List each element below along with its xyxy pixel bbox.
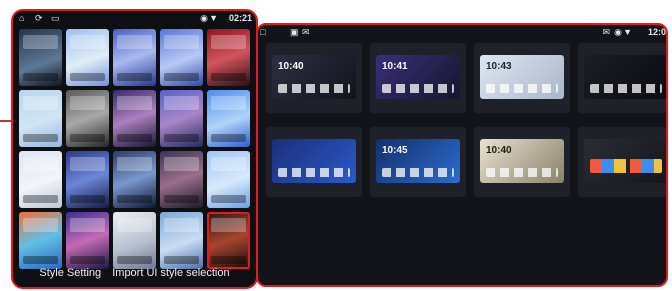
status-bar: ⌂ ⟳ ▭ ◉ ▼ 02:21 xyxy=(13,11,256,25)
ui-preview-card[interactable]: 10:43 xyxy=(474,43,570,113)
theme-thumbnail[interactable] xyxy=(207,90,250,147)
theme-thumbnail[interactable] xyxy=(113,29,156,86)
app-dock xyxy=(382,168,454,177)
theme-thumbnail[interactable] xyxy=(19,90,62,147)
app-dock xyxy=(590,84,662,93)
ui-preview-screen: □ ▣ ✉ ✉ ◉ ▼ 12:0 10:40 10:41 10:43 10:45… xyxy=(256,23,668,287)
app-dock xyxy=(590,159,662,173)
theme-thumbnail[interactable] xyxy=(66,212,109,269)
location-icon: ◉ xyxy=(614,27,622,37)
preview-clock: 10:41 xyxy=(382,61,408,72)
preview-clock: 10:43 xyxy=(486,61,512,72)
style-selection-screen: ⌂ ⟳ ▭ ◉ ▼ 02:21 Style Setting Import UI … xyxy=(11,9,258,289)
bottom-caption: Style Setting Import UI style selection xyxy=(13,267,256,279)
ui-preview-card[interactable]: 10:40 xyxy=(474,127,570,197)
location-icon: ◉ xyxy=(200,13,208,23)
theme-thumbnail[interactable] xyxy=(19,151,62,208)
message-icon[interactable]: ✉ xyxy=(302,27,310,37)
preview-clock: 10:45 xyxy=(382,145,408,156)
mail-icon: ✉ xyxy=(602,27,610,37)
wifi-icon: ▼ xyxy=(623,27,632,37)
ui-preview-card[interactable]: 10:41 xyxy=(370,43,466,113)
ui-preview-card[interactable]: 10:45 xyxy=(370,127,466,197)
ui-preview-card[interactable]: 10:40 xyxy=(266,43,362,113)
theme-thumbnail[interactable] xyxy=(160,29,203,86)
import-ui-style-button[interactable]: Import UI style selection xyxy=(112,267,229,279)
ui-preview-grid: 10:40 10:41 10:43 10:45 10:40 xyxy=(266,43,666,197)
rotate-icon[interactable]: ⟳ xyxy=(35,13,43,23)
home-icon[interactable]: ⌂ xyxy=(19,13,24,23)
theme-thumbnail[interactable] xyxy=(66,90,109,147)
app-dock xyxy=(278,84,350,93)
theme-thumbnail[interactable] xyxy=(66,151,109,208)
square-icon[interactable]: □ xyxy=(260,27,265,37)
style-setting-button[interactable]: Style Setting xyxy=(39,267,101,279)
theme-thumbnail[interactable] xyxy=(113,90,156,147)
gallery-icon[interactable]: ▣ xyxy=(290,27,299,37)
status-time: 02:21 xyxy=(228,13,252,23)
preview-clock: 10:40 xyxy=(486,145,512,156)
theme-thumbnail[interactable] xyxy=(207,151,250,208)
theme-thumbnail-selected[interactable] xyxy=(207,212,250,269)
theme-thumbnail-grid xyxy=(19,29,253,269)
theme-thumbnail[interactable] xyxy=(66,29,109,86)
window-icon[interactable]: ▭ xyxy=(51,13,60,23)
ui-preview-card[interactable] xyxy=(578,43,666,113)
theme-thumbnail[interactable] xyxy=(160,212,203,269)
theme-thumbnail[interactable] xyxy=(113,212,156,269)
ui-preview-card[interactable] xyxy=(266,127,362,197)
app-dock xyxy=(382,84,454,93)
wifi-icon: ▼ xyxy=(209,13,218,23)
theme-thumbnail[interactable] xyxy=(19,29,62,86)
app-dock xyxy=(486,168,558,177)
theme-thumbnail[interactable] xyxy=(207,29,250,86)
status-bar: □ ▣ ✉ ✉ ◉ ▼ 12:0 xyxy=(258,25,666,39)
theme-thumbnail[interactable] xyxy=(19,212,62,269)
app-dock xyxy=(278,168,350,177)
theme-thumbnail[interactable] xyxy=(160,151,203,208)
preview-clock: 10:40 xyxy=(278,61,304,72)
ui-preview-card[interactable] xyxy=(578,127,666,197)
theme-thumbnail[interactable] xyxy=(113,151,156,208)
app-dock xyxy=(486,84,558,93)
theme-thumbnail[interactable] xyxy=(160,90,203,147)
status-time: 12:0 xyxy=(647,27,666,37)
